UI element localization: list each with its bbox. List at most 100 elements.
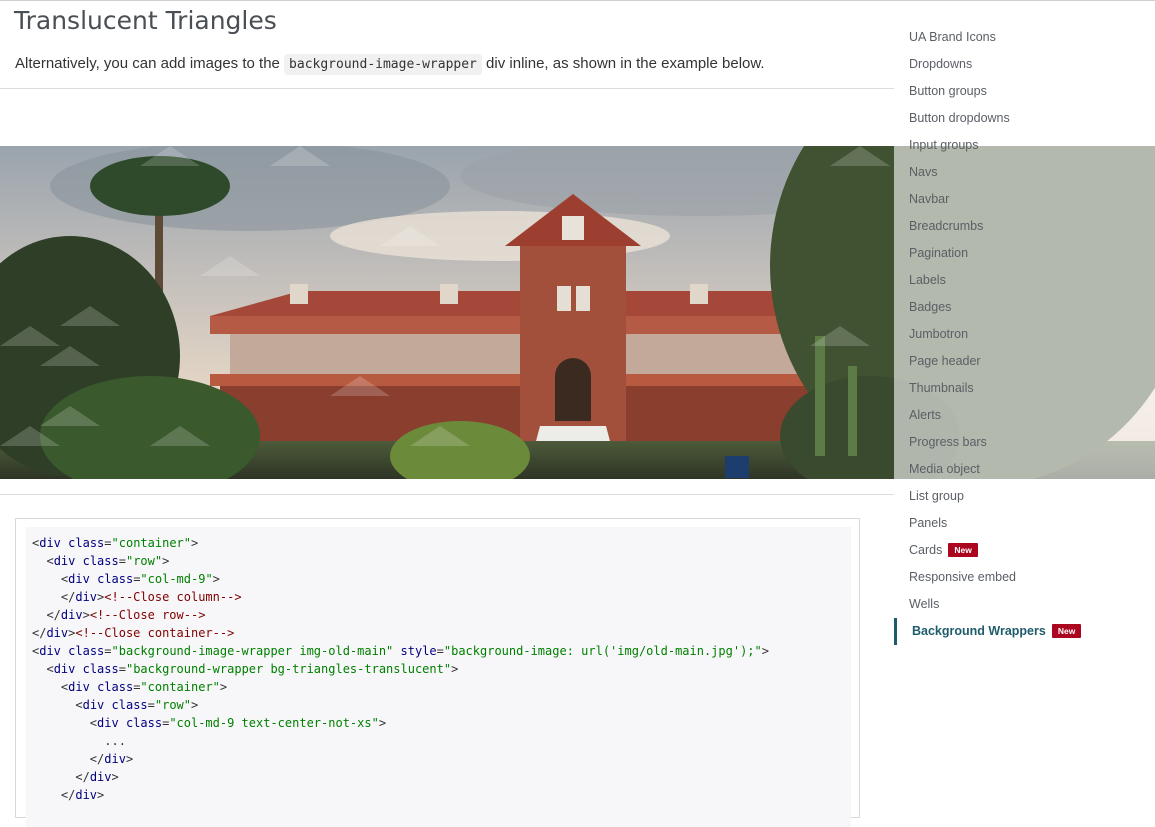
code-token: <!--Close column--> [104, 590, 242, 604]
code-token: "background-image-wrapper img-old-main" [111, 644, 394, 658]
sidebar-item-alerts[interactable]: Alerts [909, 406, 941, 424]
sidebar-item-wells[interactable]: Wells [909, 595, 939, 613]
code-token: class [82, 662, 119, 676]
code-token: < [46, 662, 54, 676]
code-line: <div class="row"> [32, 696, 769, 714]
code-token: "background-wrapper bg-triangles-translu… [125, 662, 452, 676]
active-indicator [894, 618, 897, 645]
code-line: </div><!--Close container--> [32, 624, 769, 642]
sidebar-item-media-object[interactable]: Media object [909, 460, 980, 478]
code-token: div [53, 662, 76, 676]
code-token: class [125, 716, 163, 730]
sidebar-item-label: Progress bars [909, 435, 987, 449]
code-line: <div class="background-image-wrapper img… [32, 642, 769, 660]
intro-text-after: div inline, as shown in the example belo… [481, 55, 765, 72]
code-token: <!--Close container--> [75, 626, 235, 640]
sidebar-item-button-dropdowns[interactable]: Button dropdowns [909, 109, 1010, 127]
sidebar-item-ua-brand-icons[interactable]: UA Brand Icons [909, 28, 996, 46]
code-token: > [97, 788, 105, 802]
intro-text-before: Alternatively, you can add images to the [15, 55, 285, 72]
code-token: > [125, 752, 134, 766]
sidebar-item-label: Pagination [909, 246, 969, 260]
code-token: > [761, 644, 769, 658]
section-heading: Translucent Triangles [14, 6, 277, 35]
code-line: </div> [32, 786, 769, 804]
code-token: div [60, 608, 83, 622]
sidebar-item-button-groups[interactable]: Button groups [909, 82, 987, 100]
sidebar-item-jumbotron[interactable]: Jumbotron [909, 325, 968, 343]
code-token: > [378, 716, 387, 730]
sidebar-item-navbar[interactable]: Navbar [909, 190, 949, 208]
code-token: class [82, 554, 119, 568]
sidebar-item-label: Button groups [909, 84, 987, 98]
code-token: > [111, 770, 119, 784]
code-token: > [191, 536, 199, 550]
code-line: <div class="container"> [32, 534, 769, 552]
sidebar-item-label: Dropdowns [909, 57, 973, 71]
code-line: <div class="row"> [32, 552, 769, 570]
sidebar-item-labels[interactable]: Labels [909, 271, 946, 289]
code-token: div [75, 788, 98, 802]
code-token: </ [46, 608, 61, 622]
code-line: </div><!--Close row--> [32, 606, 769, 624]
code-token: = [118, 554, 126, 568]
sidebar-item-label: Navbar [909, 192, 950, 206]
code-token: class [68, 536, 105, 550]
new-badge: New [948, 543, 978, 557]
sidebar-item-dropdowns[interactable]: Dropdowns [909, 55, 972, 73]
sidebar-item-label: Media object [909, 462, 980, 476]
sidebar-item-label: Jumbotron [909, 327, 969, 341]
sidebar-item-label: Labels [909, 273, 946, 287]
code-token: > [191, 698, 199, 712]
sidebar-item-label: Badges [909, 300, 952, 314]
code-token: div [39, 536, 61, 550]
sidebar-item-navs[interactable]: Navs [909, 163, 937, 181]
code-token: = [104, 536, 112, 550]
sidebar-item-progress-bars[interactable]: Progress bars [909, 433, 987, 451]
sidebar-item-label: Button dropdowns [909, 111, 1010, 125]
sidebar-item-label: List group [909, 489, 964, 503]
code-token: > [162, 554, 170, 568]
code-token: div [53, 554, 76, 568]
sidebar-item-thumbnails[interactable]: Thumbnails [909, 379, 974, 397]
sidebar-item-label: Page header [909, 354, 981, 368]
code-block: <div class="container"> <div class="row"… [32, 534, 769, 804]
code-token: class [68, 644, 105, 658]
sidebar-item-page-header[interactable]: Page header [909, 352, 981, 370]
code-token: < [46, 554, 54, 568]
sidebar-item-panels[interactable]: Panels [909, 514, 947, 532]
code-token: </ [32, 626, 47, 640]
section-divider-bottom [0, 494, 894, 495]
code-token: "col-md-9" [140, 572, 213, 586]
code-line: <div class="background-wrapper bg-triang… [32, 660, 769, 678]
sidebar-item-list-group[interactable]: List group [909, 487, 964, 505]
code-token: </ [75, 770, 90, 784]
code-token: "container" [111, 536, 191, 550]
sidebar-item-input-groups[interactable]: Input groups [909, 136, 979, 154]
sidebar-item-cards[interactable]: Cards New [909, 541, 978, 559]
sidebar-item-label: Navs [909, 165, 938, 179]
sidebar-item-badges[interactable]: Badges [909, 298, 951, 316]
code-token: div [39, 644, 61, 658]
sidebar-item-label: Responsive embed [909, 570, 1017, 584]
sidebar-item-responsive-embed[interactable]: Responsive embed [909, 568, 1016, 586]
code-token: = [147, 698, 155, 712]
sidebar-item-label: Cards [909, 543, 943, 557]
sidebar-item-pagination[interactable]: Pagination [909, 244, 968, 262]
sidebar-item-breadcrumbs[interactable]: Breadcrumbs [909, 217, 983, 235]
sidebar-item-background-wrappers[interactable]: Background Wrappers New [912, 622, 1082, 640]
code-line: <div class="col-md-9 text-center-not-xs"… [32, 714, 769, 732]
code-token: "row" [125, 554, 163, 568]
code-token: </ [60, 788, 76, 802]
